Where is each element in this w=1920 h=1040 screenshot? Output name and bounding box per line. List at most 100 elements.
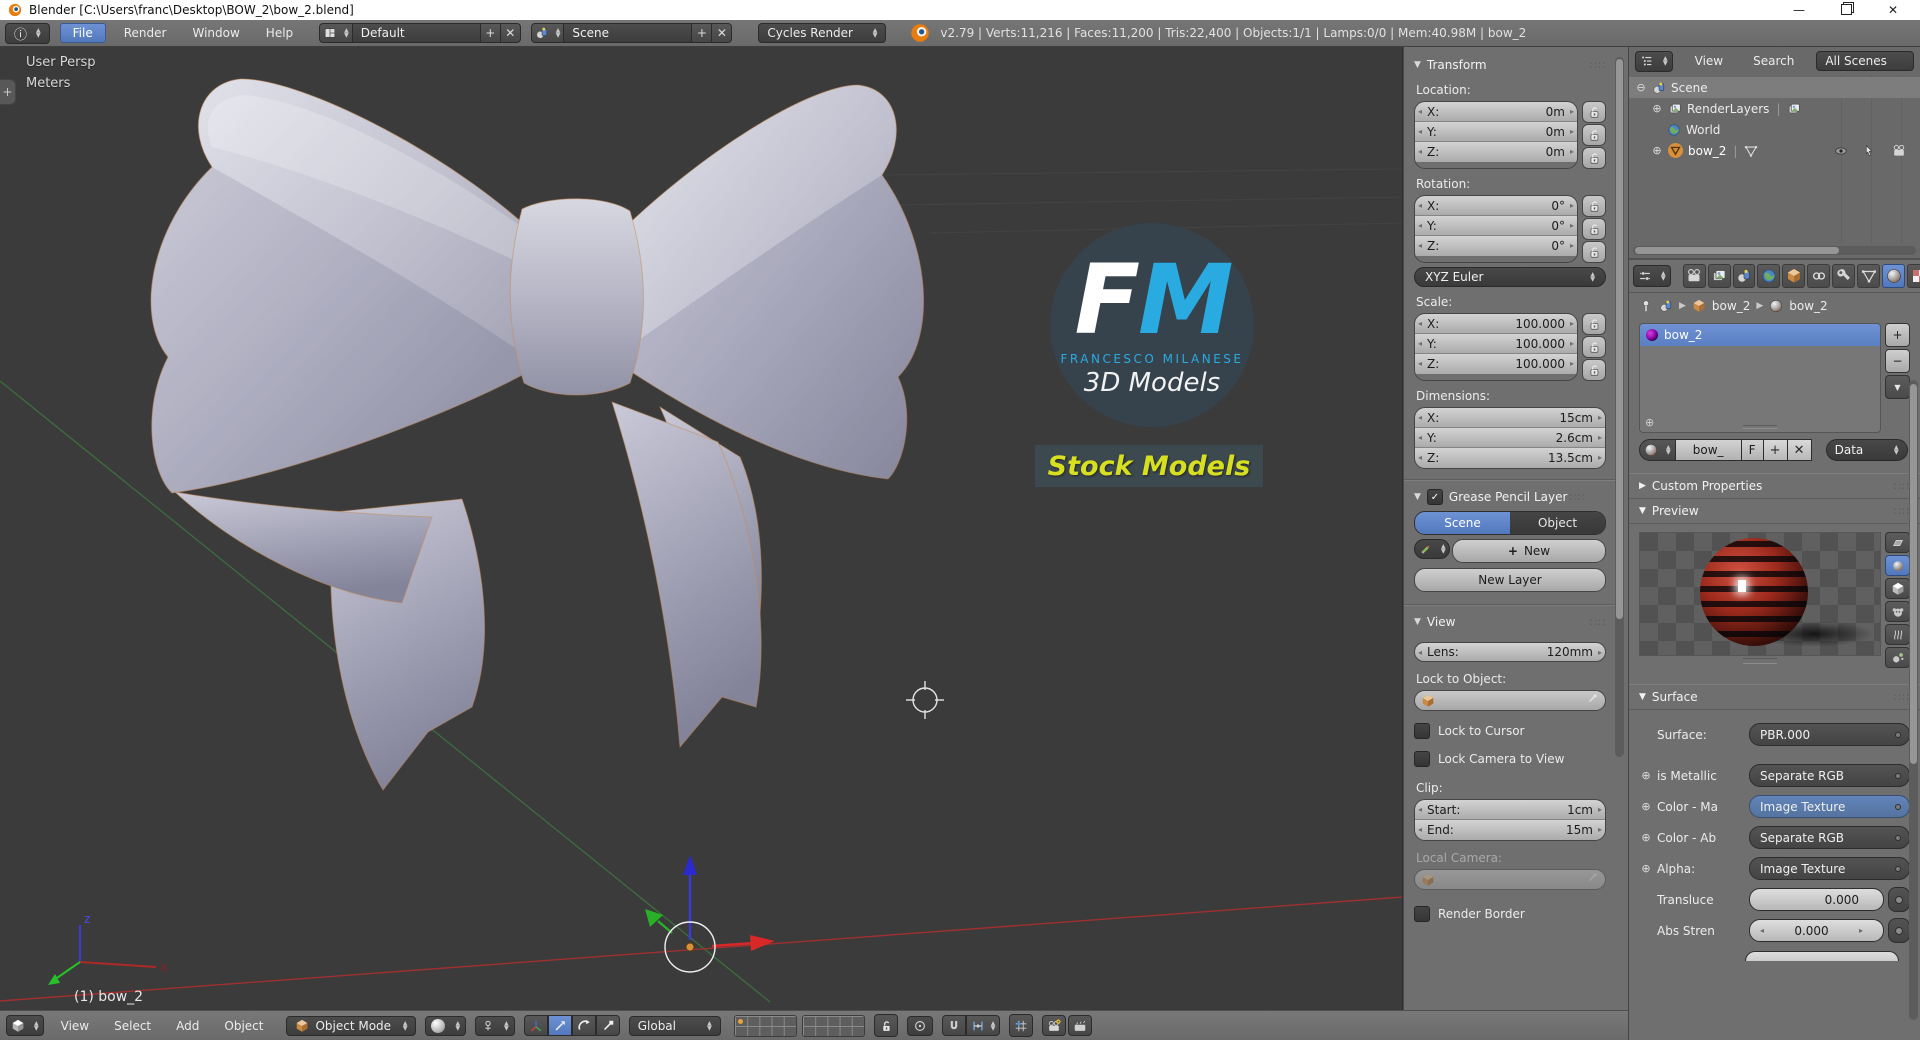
rotation-z-field[interactable]: ◂ Z: 0° ▸ [1415, 236, 1577, 256]
viewport-3d[interactable]: z x User Persp Meters + F M FRANCESCO MI… [0, 47, 1403, 1010]
preview-monkey-button[interactable] [1885, 601, 1910, 622]
proportional-edit-select[interactable] [906, 1015, 933, 1036]
viewport-select-menu[interactable]: Select [106, 1017, 159, 1035]
tab-render[interactable] [1682, 264, 1706, 288]
gp-source-object-tab[interactable]: Object [1510, 512, 1605, 534]
opengl-render-anim-button[interactable] [1068, 1015, 1093, 1036]
snap-grid-button[interactable] [1009, 1014, 1034, 1037]
outliner-search-menu[interactable]: Search [1745, 52, 1802, 70]
help-menu[interactable]: Help [258, 24, 301, 42]
preview-panel-header[interactable]: ▼ Preview ∷∷ [1629, 499, 1920, 524]
outliner-view-menu[interactable]: View [1687, 52, 1731, 70]
dimensions-y-field[interactable]: ◂ Y: 2.6cm ▸ [1415, 428, 1605, 448]
rotate-manipulator-button[interactable] [571, 1015, 596, 1036]
gp-datablock-browse-button[interactable]: ▲ ▼ [1414, 539, 1450, 559]
transform-panel-header[interactable]: ▼ Transform ∷∷ [1414, 55, 1606, 75]
snap-element-select[interactable]: ▲ ▼ [965, 1015, 1001, 1036]
preview-sphere-button[interactable] [1885, 555, 1910, 576]
lens-field[interactable]: ◂ Lens: 120mm ▸ [1414, 642, 1606, 662]
clip-start-field[interactable]: ◂ Start: 1cm ▸ [1415, 800, 1605, 820]
breadcrumb-material-name[interactable]: bow_2 [1789, 299, 1827, 313]
tab-render-layers[interactable] [1707, 264, 1731, 288]
scene-delete-button[interactable]: ✕ [712, 23, 733, 43]
transform-orientation-select[interactable]: Global ▲ ▼ [628, 1015, 721, 1036]
window-minimize-button[interactable]: — [1793, 4, 1805, 16]
scale-z-field[interactable]: ◂ Z: 100.000 ▸ [1415, 354, 1577, 374]
eyedropper-icon[interactable] [1585, 692, 1599, 709]
slot-remove-button[interactable]: − [1885, 349, 1910, 373]
view-panel-header[interactable]: ▼ View ∷∷ [1414, 612, 1606, 632]
tab-scene[interactable] [1732, 264, 1756, 288]
viewport-editor-type-button[interactable]: ▲ ▼ [6, 1015, 44, 1036]
expand-plus-icon[interactable]: ⊕ [1651, 144, 1663, 157]
material-unlink-button[interactable]: ✕ [1787, 439, 1812, 461]
panel-grip-icon[interactable]: ∷∷ [1569, 491, 1585, 504]
dimensions-x-field[interactable]: ◂ X: 15cm ▸ [1415, 408, 1605, 428]
viewport-object-menu[interactable]: Object [216, 1017, 271, 1035]
local-camera-field[interactable] [1414, 869, 1606, 890]
socket-expand-icon[interactable]: ⊕ [1639, 831, 1653, 844]
socket-dot-button[interactable] [1888, 887, 1910, 912]
lock-to-scene-button[interactable] [873, 1014, 898, 1037]
rotation-x-field[interactable]: ◂ X: 0° ▸ [1415, 196, 1577, 216]
interaction-mode-select[interactable]: Object Mode ▲ ▼ [286, 1015, 417, 1036]
outliner-row-world[interactable]: World [1629, 119, 1920, 140]
translate-manipulator-button[interactable] [547, 1015, 572, 1036]
scale-x-field[interactable]: ◂ X: 100.000 ▸ [1415, 314, 1577, 334]
lock-to-cursor-checkbox[interactable] [1414, 723, 1430, 739]
socket-dot-button[interactable] [1888, 918, 1910, 943]
location-x-lock-button[interactable] [1582, 101, 1606, 123]
fake-user-button[interactable]: F [1741, 439, 1764, 461]
material-browse-button[interactable]: ▲ ▼ [1639, 439, 1676, 461]
toolbar-open-tab[interactable]: + [0, 79, 16, 105]
preview-plane-button[interactable] [1885, 532, 1910, 553]
gp-new-layer-button[interactable]: New Layer [1414, 568, 1606, 592]
properties-scrollbar[interactable] [1909, 380, 1918, 1020]
scale-x-lock-button[interactable] [1582, 313, 1606, 335]
visibility-eye-icon[interactable] [1834, 144, 1848, 158]
custom-properties-panel-header[interactable]: ▶ Custom Properties ∷∷ [1629, 473, 1920, 499]
gp-new-button[interactable]: + New [1452, 539, 1606, 563]
outliner-display-filter-select[interactable]: All Scenes [1816, 51, 1914, 71]
scale-y-field[interactable]: ◂ Y: 100.000 ▸ [1415, 334, 1577, 354]
screen-layout-name-field[interactable]: Default [352, 23, 481, 43]
grease-pencil-panel-header[interactable]: ▼ ✓ Grease Pencil Layer ∷∷ [1414, 487, 1606, 507]
scene-name-field[interactable]: Scene [564, 23, 693, 43]
material-name-field[interactable]: bow_ [1675, 439, 1742, 461]
socket-expand-icon[interactable]: ⊕ [1639, 769, 1653, 782]
lock-to-object-field[interactable] [1414, 690, 1606, 711]
tab-texture[interactable] [1907, 264, 1920, 288]
panel-grip-icon[interactable]: ∷∷ [1590, 59, 1606, 72]
selectability-cursor-icon[interactable] [1862, 144, 1876, 158]
tab-object[interactable] [1782, 264, 1806, 288]
rotation-z-lock-button[interactable] [1582, 241, 1606, 263]
scene-browse-button[interactable]: ▲ ▼ [530, 23, 565, 43]
dimensions-z-field[interactable]: ◂ Z: 13.5cm ▸ [1415, 448, 1605, 468]
location-z-lock-button[interactable] [1582, 147, 1606, 169]
outliner-hscrollbar[interactable] [1633, 246, 1916, 255]
screen-layout-delete-button[interactable]: ✕ [500, 23, 521, 43]
outliner-row-renderlayers[interactable]: ⊕ RenderLayers | [1629, 98, 1920, 119]
panel-grip-icon[interactable]: ∷∷ [1894, 480, 1910, 493]
collapse-minus-icon[interactable]: ⊖ [1635, 81, 1647, 94]
layers-widget-left[interactable] [733, 1014, 797, 1037]
socket-expand-icon[interactable]: ⊕ [1639, 800, 1653, 813]
eyedropper-icon[interactable] [1585, 871, 1599, 888]
slot-add-button[interactable]: + [1885, 323, 1910, 347]
window-restore-button[interactable] [1840, 3, 1852, 17]
clip-end-field[interactable]: ◂ End: 15m ▸ [1415, 820, 1605, 840]
material-add-button[interactable]: + [1763, 439, 1788, 461]
expand-plus-icon[interactable]: ⊕ [1651, 102, 1663, 115]
rotation-x-lock-button[interactable] [1582, 195, 1606, 217]
alpha-input-button[interactable]: Image Texture [1749, 857, 1910, 880]
color-ab-input-button[interactable]: Separate RGB [1749, 826, 1910, 849]
scale-manipulator-button[interactable] [595, 1015, 620, 1036]
surface-panel-header[interactable]: ▼ Surface ∷∷ [1629, 684, 1920, 710]
panel-grip-icon[interactable]: ∷∷ [1590, 616, 1606, 629]
window-close-button[interactable]: ✕ [1888, 4, 1898, 16]
screen-layout-browse-button[interactable]: ▲ ▼ [319, 23, 353, 43]
layers-widget-right[interactable] [801, 1014, 865, 1037]
material-slot-row[interactable]: bow_2 [1640, 324, 1880, 346]
panel-grip-icon[interactable]: ∷∷ [1894, 505, 1910, 518]
render-border-checkbox[interactable] [1414, 906, 1430, 922]
